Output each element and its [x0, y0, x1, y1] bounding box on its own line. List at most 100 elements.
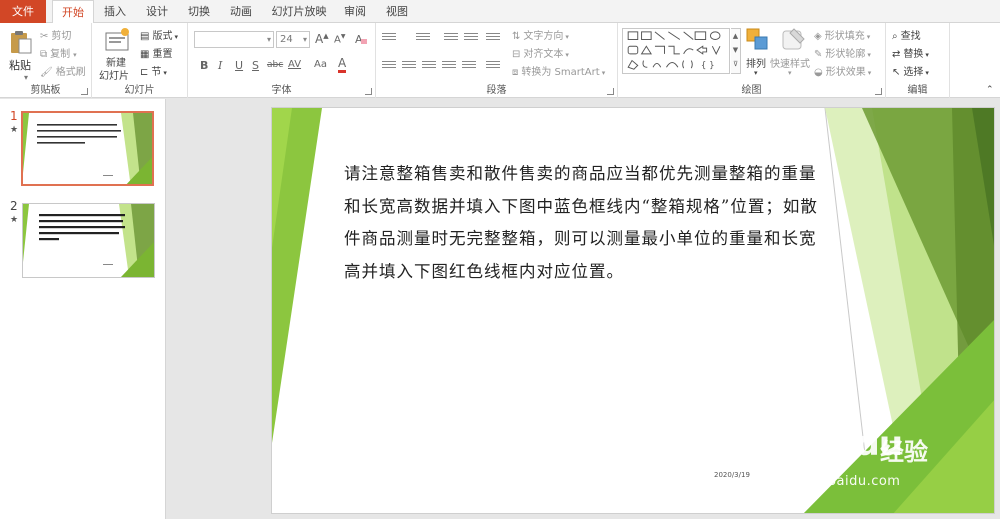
tab-view[interactable]: 视图: [380, 0, 414, 23]
tab-file[interactable]: 文件: [0, 0, 46, 23]
paragraph-group: ⇅ 文字方向 ▾ ⊟ 对齐文本 ▾ ⧈ 转换为 SmartArt ▾ 段落: [376, 23, 618, 98]
effects-icon: ◒: [814, 66, 823, 78]
tab-review[interactable]: 审阅: [338, 0, 372, 23]
reset-button[interactable]: ▦ 重置: [140, 45, 172, 61]
change-case-button[interactable]: Aa: [314, 59, 327, 70]
bold-button[interactable]: B: [200, 59, 208, 72]
tab-home[interactable]: 开始: [52, 0, 94, 24]
shadow-button[interactable]: S: [252, 59, 259, 72]
arrange-icon[interactable]: [745, 27, 771, 53]
find-button[interactable]: ⌕ 查找: [892, 27, 921, 43]
format-painter-button[interactable]: 🖌 格式刷: [40, 63, 86, 79]
slide-body-text[interactable]: 请注意整箱售卖和散件售卖的商品应当都优先测量整箱的重量和长宽高数据并填入下图中蓝…: [344, 158, 832, 288]
align-right-icon[interactable]: [422, 61, 436, 73]
align-text-icon: ⊟: [512, 48, 521, 60]
slide-thumbnail-1[interactable]: [21, 111, 154, 186]
replace-icon: ⇄: [892, 48, 901, 60]
increase-indent-icon[interactable]: [464, 33, 478, 45]
arrange-dropdown-icon[interactable]: ▾: [754, 69, 758, 77]
bullets-icon[interactable]: [382, 33, 396, 45]
slide-thumbnail-pane: 1 ★ 2 ★: [0, 99, 166, 519]
arrange-button[interactable]: 排列: [746, 55, 766, 70]
align-left-icon[interactable]: [382, 61, 396, 73]
copy-icon: ⧉: [40, 48, 48, 60]
text-direction-label: 文字方向: [523, 31, 564, 42]
shape-outline-button[interactable]: ✎ 形状轮廓 ▾: [814, 45, 871, 61]
layout-label: 版式: [152, 31, 173, 42]
paste-button[interactable]: 粘贴: [9, 57, 31, 73]
section-button[interactable]: ⊏ 节 ▾: [140, 63, 167, 79]
distributed-icon[interactable]: [462, 61, 476, 73]
new-slide-icon[interactable]: [104, 27, 130, 53]
shrink-font-button[interactable]: A▼: [334, 33, 345, 45]
quick-styles-icon[interactable]: [781, 26, 807, 52]
shape-outline-label: 形状轮廓: [825, 49, 866, 60]
drawing-launcher-icon[interactable]: [875, 88, 882, 95]
shapes-gallery[interactable]: { }: [622, 28, 730, 74]
italic-button[interactable]: I: [218, 59, 222, 72]
font-name-dropdown-icon: ▾: [266, 35, 271, 44]
shape-effects-button[interactable]: ◒ 形状效果 ▾: [814, 63, 872, 79]
copy-label: 复制: [50, 49, 71, 60]
text-direction-dropdown-icon: ▾: [565, 33, 569, 41]
underline-button[interactable]: U: [235, 59, 243, 72]
slide-thumbnail-2[interactable]: [22, 203, 155, 278]
section-label: 节: [151, 67, 162, 78]
shape-effects-dropdown-icon: ▾: [867, 69, 872, 77]
tab-insert[interactable]: 插入: [98, 0, 132, 23]
font-color-button[interactable]: A: [338, 57, 347, 73]
font-launcher-icon[interactable]: [365, 88, 372, 95]
decrease-indent-icon[interactable]: [444, 33, 458, 45]
shape-effects-label: 形状效果: [825, 67, 866, 78]
paste-icon[interactable]: [8, 29, 34, 55]
text-direction-button[interactable]: ⇅ 文字方向 ▾: [512, 27, 569, 43]
line-spacing-icon[interactable]: [486, 33, 500, 45]
slides-group: 新建 幻灯片 ▤ 版式 ▾ ▦ 重置 ⊏ 节 ▾ 幻灯片: [92, 23, 188, 98]
drawing-group: { } ▲ ▼ ⊽ 排列 ▾ 快速样式 ▾ ◈ 形状填充 ▾ ✎ 形状轮廓 ▾ ◒ 形状效果 ▾…: [618, 23, 886, 98]
collapse-ribbon-icon[interactable]: ⌃: [986, 85, 994, 95]
reset-icon: ▦: [140, 48, 150, 60]
columns-icon[interactable]: [486, 61, 500, 73]
paint-bucket-icon: ◈: [814, 30, 822, 42]
slides-group-label: 幻灯片: [124, 85, 155, 96]
replace-button[interactable]: ⇄ 替换 ▾: [892, 45, 929, 61]
shrink-font-label: A: [334, 34, 341, 46]
grow-font-button[interactable]: A▲: [315, 32, 329, 46]
replace-label: 替换: [903, 49, 924, 60]
font-size-field[interactable]: 24 ▾: [276, 31, 310, 48]
tab-slideshow[interactable]: 幻灯片放映: [268, 0, 330, 23]
shapes-gallery-scroll[interactable]: ▲ ▼ ⊽: [731, 28, 741, 74]
clipboard-launcher-icon[interactable]: [81, 88, 88, 95]
clear-formatting-icon[interactable]: A: [354, 32, 368, 46]
cut-button[interactable]: ✂ 剪切: [40, 27, 71, 43]
new-slide-label-2[interactable]: 幻灯片: [99, 67, 129, 82]
copy-button[interactable]: ⧉ 复制 ▾: [40, 45, 77, 61]
font-name-field[interactable]: ▾: [194, 31, 274, 48]
ribbon-tabs: 文件 开始 插入 设计 切换 动画 幻灯片放映 审阅 视图: [0, 0, 1000, 24]
editing-group: ⌕ 查找 ⇄ 替换 ▾ ↖ 选择 ▾ 编辑: [886, 23, 950, 98]
justify-icon[interactable]: [442, 61, 456, 73]
select-label: 选择: [903, 67, 924, 78]
shape-fill-button[interactable]: ◈ 形状填充 ▾: [814, 27, 870, 43]
pencil-icon: ✎: [814, 48, 823, 60]
tab-design[interactable]: 设计: [140, 0, 174, 23]
character-spacing-button[interactable]: AV: [288, 59, 301, 70]
find-label: 查找: [900, 31, 921, 42]
grow-font-icon: ▲: [323, 32, 329, 40]
align-text-label: 对齐文本: [523, 49, 564, 60]
paragraph-launcher-icon[interactable]: [607, 88, 614, 95]
strikethrough-button[interactable]: abc: [267, 60, 283, 70]
convert-smartart-button[interactable]: ⧈ 转换为 SmartArt ▾: [512, 63, 605, 79]
baidu-paw-icon: [830, 428, 854, 455]
svg-text:{ }: { }: [701, 61, 715, 71]
layout-button[interactable]: ▤ 版式 ▾: [140, 27, 178, 43]
numbering-icon[interactable]: [416, 33, 430, 45]
tab-transitions[interactable]: 切换: [182, 0, 216, 23]
align-text-button[interactable]: ⊟ 对齐文本 ▾: [512, 45, 569, 61]
tab-animations[interactable]: 动画: [224, 0, 258, 23]
jingyan-text: 经验: [880, 438, 928, 466]
align-center-icon[interactable]: [402, 61, 416, 73]
quick-styles-button[interactable]: 快速样式: [770, 55, 810, 70]
quick-styles-dropdown-icon[interactable]: ▾: [788, 69, 792, 77]
select-button[interactable]: ↖ 选择 ▾: [892, 63, 929, 79]
